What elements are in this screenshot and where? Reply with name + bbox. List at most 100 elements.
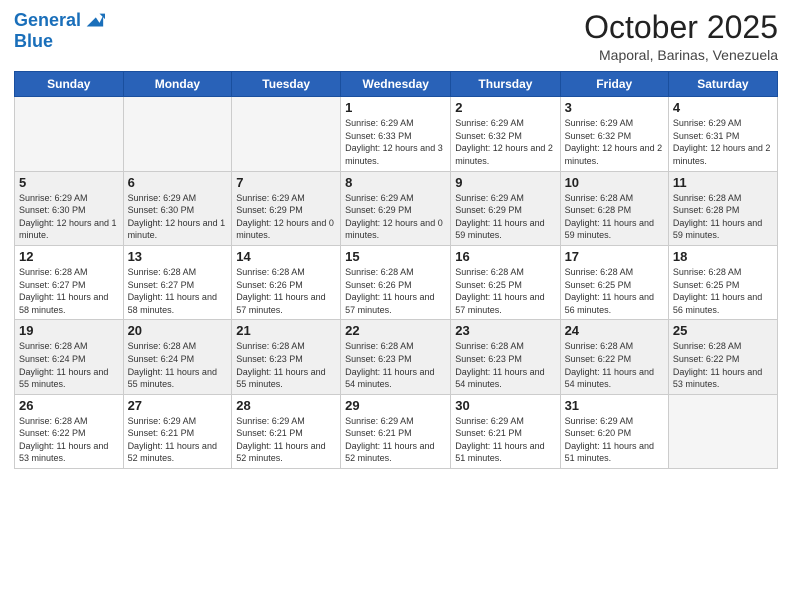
day-info: Sunrise: 6:28 AM Sunset: 6:27 PM Dayligh… bbox=[19, 266, 119, 316]
day-number: 31 bbox=[565, 398, 664, 413]
day-number: 12 bbox=[19, 249, 119, 264]
logo-icon bbox=[83, 10, 105, 32]
calendar: SundayMondayTuesdayWednesdayThursdayFrid… bbox=[14, 71, 778, 469]
day-number: 28 bbox=[236, 398, 336, 413]
day-info: Sunrise: 6:28 AM Sunset: 6:24 PM Dayligh… bbox=[19, 340, 119, 390]
day-cell: 18 Sunrise: 6:28 AM Sunset: 6:25 PM Dayli… bbox=[668, 245, 777, 319]
day-number: 4 bbox=[673, 100, 773, 115]
day-number: 26 bbox=[19, 398, 119, 413]
day-cell: 5 Sunrise: 6:29 AM Sunset: 6:30 PM Daylig… bbox=[15, 171, 124, 245]
day-cell: 21 Sunrise: 6:28 AM Sunset: 6:23 PM Dayli… bbox=[232, 320, 341, 394]
day-number: 20 bbox=[128, 323, 228, 338]
day-info: Sunrise: 6:28 AM Sunset: 6:28 PM Dayligh… bbox=[565, 192, 664, 242]
day-cell: 25Sunrise: 6:28 AM Sunset: 6:22 PM Dayli… bbox=[668, 320, 777, 394]
day-info: Sunrise: 6:29 AM Sunset: 6:30 PM Dayligh… bbox=[128, 192, 228, 242]
day-number: 9 bbox=[455, 175, 555, 190]
day-number: 10 bbox=[565, 175, 664, 190]
header: General Blue October 2025 Maporal, Barin… bbox=[14, 10, 778, 63]
day-cell: 16 Sunrise: 6:28 AM Sunset: 6:25 PM Dayli… bbox=[451, 245, 560, 319]
day-number: 1 bbox=[345, 100, 446, 115]
day-cell: 6 Sunrise: 6:29 AM Sunset: 6:30 PM Daylig… bbox=[123, 171, 232, 245]
week-row-2: 5 Sunrise: 6:29 AM Sunset: 6:30 PM Daylig… bbox=[15, 171, 778, 245]
day-cell: 13 Sunrise: 6:28 AM Sunset: 6:27 PM Dayli… bbox=[123, 245, 232, 319]
location: Maporal, Barinas, Venezuela bbox=[584, 47, 778, 63]
day-cell: 28 Sunrise: 6:29 AM Sunset: 6:21 PM Dayli… bbox=[232, 394, 341, 468]
day-info: Sunrise: 6:28 AM Sunset: 6:23 PM Dayligh… bbox=[345, 340, 446, 390]
week-row-1: 1 Sunrise: 6:29 AM Sunset: 6:33 PM Daylig… bbox=[15, 97, 778, 171]
day-cell: 3 Sunrise: 6:29 AM Sunset: 6:32 PM Daylig… bbox=[560, 97, 668, 171]
day-info: Sunrise: 6:28 AM Sunset: 6:25 PM Dayligh… bbox=[673, 266, 773, 316]
day-info: Sunrise: 6:29 AM Sunset: 6:32 PM Dayligh… bbox=[455, 117, 555, 167]
day-info: Sunrise: 6:28 AM Sunset: 6:23 PM Dayligh… bbox=[455, 340, 555, 390]
day-info: Sunrise: 6:28 AM Sunset: 6:25 PM Dayligh… bbox=[565, 266, 664, 316]
day-info: Sunrise: 6:29 AM Sunset: 6:31 PM Dayligh… bbox=[673, 117, 773, 167]
day-cell: 14 Sunrise: 6:28 AM Sunset: 6:26 PM Dayli… bbox=[232, 245, 341, 319]
day-info: Sunrise: 6:29 AM Sunset: 6:21 PM Dayligh… bbox=[345, 415, 446, 465]
day-cell: 29 Sunrise: 6:29 AM Sunset: 6:21 PM Dayli… bbox=[341, 394, 451, 468]
day-number: 14 bbox=[236, 249, 336, 264]
day-number: 17 bbox=[565, 249, 664, 264]
day-cell: 10 Sunrise: 6:28 AM Sunset: 6:28 PM Dayli… bbox=[560, 171, 668, 245]
day-cell: 27 Sunrise: 6:29 AM Sunset: 6:21 PM Dayli… bbox=[123, 394, 232, 468]
day-cell: 12 Sunrise: 6:28 AM Sunset: 6:27 PM Dayli… bbox=[15, 245, 124, 319]
day-cell: 30 Sunrise: 6:29 AM Sunset: 6:21 PM Dayli… bbox=[451, 394, 560, 468]
day-number: 11 bbox=[673, 175, 773, 190]
day-number: 15 bbox=[345, 249, 446, 264]
day-number: 2 bbox=[455, 100, 555, 115]
day-cell: 17 Sunrise: 6:28 AM Sunset: 6:25 PM Dayli… bbox=[560, 245, 668, 319]
day-cell: 1 Sunrise: 6:29 AM Sunset: 6:33 PM Daylig… bbox=[341, 97, 451, 171]
day-cell: 11 Sunrise: 6:28 AM Sunset: 6:28 PM Dayli… bbox=[668, 171, 777, 245]
day-number: 6 bbox=[128, 175, 228, 190]
week-row-4: 19Sunrise: 6:28 AM Sunset: 6:24 PM Dayli… bbox=[15, 320, 778, 394]
day-info: Sunrise: 6:28 AM Sunset: 6:27 PM Dayligh… bbox=[128, 266, 228, 316]
day-cell bbox=[232, 97, 341, 171]
day-number: 3 bbox=[565, 100, 664, 115]
day-info: Sunrise: 6:29 AM Sunset: 6:21 PM Dayligh… bbox=[236, 415, 336, 465]
day-info: Sunrise: 6:28 AM Sunset: 6:25 PM Dayligh… bbox=[455, 266, 555, 316]
day-cell: 23Sunrise: 6:28 AM Sunset: 6:23 PM Dayli… bbox=[451, 320, 560, 394]
weekday-sunday: Sunday bbox=[15, 72, 124, 97]
day-cell: 31 Sunrise: 6:29 AM Sunset: 6:20 PM Dayli… bbox=[560, 394, 668, 468]
day-info: Sunrise: 6:29 AM Sunset: 6:30 PM Dayligh… bbox=[19, 192, 119, 242]
day-info: Sunrise: 6:29 AM Sunset: 6:29 PM Dayligh… bbox=[236, 192, 336, 242]
day-cell: 2 Sunrise: 6:29 AM Sunset: 6:32 PM Daylig… bbox=[451, 97, 560, 171]
day-number: 5 bbox=[19, 175, 119, 190]
day-info: Sunrise: 6:29 AM Sunset: 6:20 PM Dayligh… bbox=[565, 415, 664, 465]
day-info: Sunrise: 6:28 AM Sunset: 6:28 PM Dayligh… bbox=[673, 192, 773, 242]
day-cell: 4 Sunrise: 6:29 AM Sunset: 6:31 PM Daylig… bbox=[668, 97, 777, 171]
day-info: Sunrise: 6:28 AM Sunset: 6:22 PM Dayligh… bbox=[565, 340, 664, 390]
day-info: Sunrise: 6:29 AM Sunset: 6:33 PM Dayligh… bbox=[345, 117, 446, 167]
day-number: 16 bbox=[455, 249, 555, 264]
day-info: Sunrise: 6:29 AM Sunset: 6:29 PM Dayligh… bbox=[345, 192, 446, 242]
day-number: 24 bbox=[565, 323, 664, 338]
day-number: 13 bbox=[128, 249, 228, 264]
day-number: 18 bbox=[673, 249, 773, 264]
weekday-saturday: Saturday bbox=[668, 72, 777, 97]
day-info: Sunrise: 6:29 AM Sunset: 6:21 PM Dayligh… bbox=[455, 415, 555, 465]
day-number: 30 bbox=[455, 398, 555, 413]
weekday-friday: Friday bbox=[560, 72, 668, 97]
day-number: 27 bbox=[128, 398, 228, 413]
day-cell: 8Sunrise: 6:29 AM Sunset: 6:29 PM Daylig… bbox=[341, 171, 451, 245]
weekday-header-row: SundayMondayTuesdayWednesdayThursdayFrid… bbox=[15, 72, 778, 97]
day-info: Sunrise: 6:29 AM Sunset: 6:32 PM Dayligh… bbox=[565, 117, 664, 167]
week-row-3: 12 Sunrise: 6:28 AM Sunset: 6:27 PM Dayli… bbox=[15, 245, 778, 319]
day-cell: 15Sunrise: 6:28 AM Sunset: 6:26 PM Dayli… bbox=[341, 245, 451, 319]
day-number: 29 bbox=[345, 398, 446, 413]
day-number: 7 bbox=[236, 175, 336, 190]
day-cell: 7 Sunrise: 6:29 AM Sunset: 6:29 PM Daylig… bbox=[232, 171, 341, 245]
day-info: Sunrise: 6:29 AM Sunset: 6:21 PM Dayligh… bbox=[128, 415, 228, 465]
day-number: 21 bbox=[236, 323, 336, 338]
day-cell bbox=[15, 97, 124, 171]
logo-blue-text: Blue bbox=[14, 32, 105, 52]
day-info: Sunrise: 6:28 AM Sunset: 6:23 PM Dayligh… bbox=[236, 340, 336, 390]
weekday-wednesday: Wednesday bbox=[341, 72, 451, 97]
page: General Blue October 2025 Maporal, Barin… bbox=[0, 0, 792, 612]
title-block: October 2025 Maporal, Barinas, Venezuela bbox=[584, 10, 778, 63]
weekday-thursday: Thursday bbox=[451, 72, 560, 97]
day-cell: 26 Sunrise: 6:28 AM Sunset: 6:22 PM Dayli… bbox=[15, 394, 124, 468]
day-info: Sunrise: 6:28 AM Sunset: 6:26 PM Dayligh… bbox=[236, 266, 336, 316]
day-info: Sunrise: 6:28 AM Sunset: 6:22 PM Dayligh… bbox=[19, 415, 119, 465]
weekday-tuesday: Tuesday bbox=[232, 72, 341, 97]
day-info: Sunrise: 6:28 AM Sunset: 6:24 PM Dayligh… bbox=[128, 340, 228, 390]
